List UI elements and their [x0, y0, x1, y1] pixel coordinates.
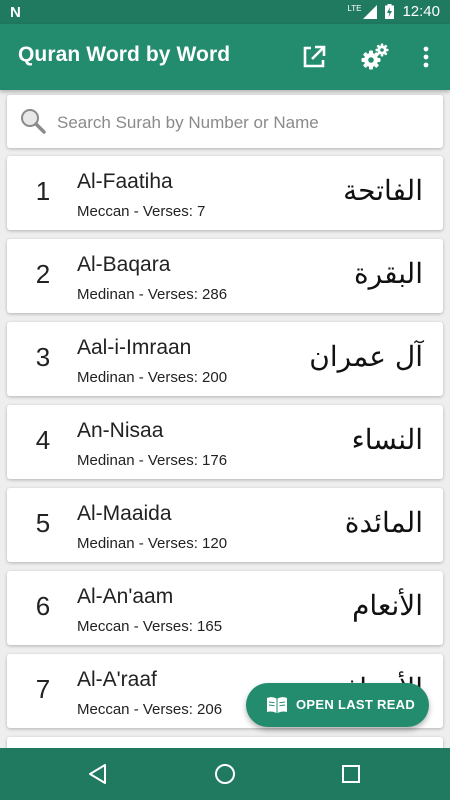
- surah-meta: Medinan - Verses: 120: [77, 535, 228, 552]
- notification-n-icon: N: [10, 4, 21, 21]
- surah-meta: Medinan - Verses: 200: [77, 369, 228, 386]
- back-icon[interactable]: [86, 762, 110, 786]
- surah-name: Al-A'raaf: [77, 668, 157, 691]
- signal-icon: [363, 4, 378, 19]
- surah-number: 1: [35, 176, 51, 206]
- status-bar: N LTE 12:40: [0, 0, 450, 24]
- surah-arabic-name: البقرة: [353, 257, 423, 290]
- overflow-menu-button[interactable]: [411, 42, 441, 72]
- surah-number: 5: [35, 508, 51, 538]
- surah-arabic-name: النساء: [351, 423, 423, 456]
- more-vertical-icon: [423, 46, 429, 68]
- surah-meta: Medinan - Verses: 176: [77, 452, 228, 469]
- surah-item-2[interactable]: 2 Al-Baqara Medinan - Verses: 286 البقرة: [7, 239, 443, 313]
- surah-item-5[interactable]: 5 Al-Maaida Medinan - Verses: 120 المائد…: [7, 488, 443, 562]
- surah-number: 7: [35, 674, 51, 704]
- open-external-icon: [303, 45, 326, 68]
- recents-icon[interactable]: [339, 762, 363, 786]
- app-toolbar: Quran Word by Word: [0, 24, 450, 90]
- surah-arabic-name: المائدة: [344, 506, 423, 539]
- battery-charging-icon: [385, 4, 395, 19]
- network-type: LTE: [347, 3, 362, 13]
- surah-meta: Meccan - Verses: 7: [77, 203, 206, 220]
- surah-arabic-name: الأنعام: [352, 589, 423, 622]
- surah-item-1[interactable]: 1 Al-Faatiha Meccan - Verses: 7 الفاتحة: [7, 156, 443, 230]
- surah-number: 2: [35, 259, 51, 289]
- surah-number: 4: [35, 425, 51, 455]
- surah-name: Aal-i-Imraan: [77, 336, 192, 359]
- system-nav-bar: [0, 748, 450, 800]
- gears-icon: [361, 43, 389, 70]
- surah-meta: Meccan - Verses: 206: [77, 701, 223, 718]
- surah-meta: Medinan - Verses: 286: [77, 286, 228, 303]
- search-icon: [21, 109, 46, 134]
- app-title: Quran Word by Word: [18, 43, 231, 66]
- surah-arabic-name: آل عمران: [309, 340, 423, 373]
- surah-item-3[interactable]: 3 Aal-i-Imraan Medinan - Verses: 200 آل …: [7, 322, 443, 396]
- surah-name: An-Nisaa: [77, 419, 164, 442]
- settings-button[interactable]: [360, 42, 390, 72]
- surah-name: Al-Faatiha: [77, 170, 173, 193]
- surah-name: Al-Maaida: [77, 502, 172, 525]
- search-box[interactable]: [7, 95, 443, 150]
- search-input[interactable]: [55, 95, 439, 150]
- surah-item-6[interactable]: 6 Al-An'aam Meccan - Verses: 165 الأنعام: [7, 571, 443, 645]
- surah-number: 6: [35, 591, 51, 621]
- status-time: 12:40: [402, 3, 440, 20]
- status-icons: LTE 12:40: [347, 3, 440, 20]
- home-icon[interactable]: [213, 762, 237, 786]
- share-button[interactable]: [299, 42, 329, 72]
- surah-arabic-name: الفاتحة: [343, 174, 423, 207]
- open-last-read-label: OPEN LAST READ: [296, 697, 416, 712]
- open-book-icon: [267, 697, 287, 713]
- surah-name: Al-Baqara: [77, 253, 171, 276]
- surah-meta: Meccan - Verses: 165: [77, 618, 223, 635]
- surah-item-4[interactable]: 4 An-Nisaa Medinan - Verses: 176 النساء: [7, 405, 443, 479]
- surah-number: 3: [35, 342, 51, 372]
- surah-name: Al-An'aam: [77, 585, 174, 608]
- open-last-read-button[interactable]: OPEN LAST READ: [246, 683, 429, 727]
